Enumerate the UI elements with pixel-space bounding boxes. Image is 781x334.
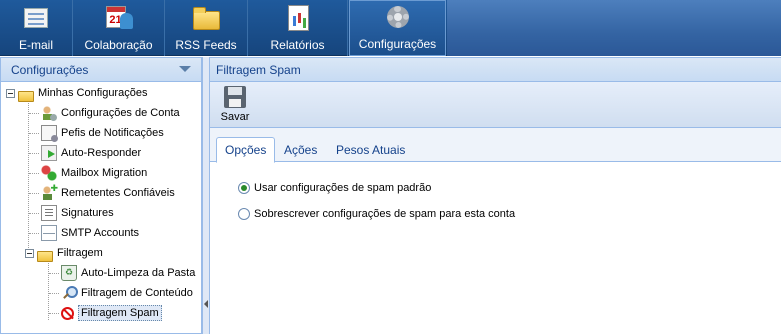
tab-acoes[interactable]: Ações bbox=[276, 137, 325, 162]
open-folder-icon bbox=[37, 250, 53, 262]
main-toolbar: Savar bbox=[210, 82, 781, 128]
tree-item-remetentes-confiaveis[interactable]: Remetentes Confiáveis bbox=[29, 183, 175, 203]
tree-root-label: Minhas Configurações bbox=[38, 87, 148, 99]
option-override-spam[interactable]: Sobrescrever configurações de spam para … bbox=[238, 208, 515, 220]
main-panel-header: Filtragem Spam bbox=[210, 58, 781, 82]
tree-root-minhas-configuracoes[interactable]: Minhas Configurações bbox=[6, 83, 147, 103]
tab-label: Ações bbox=[284, 142, 318, 157]
tab-label: Opções bbox=[225, 143, 267, 157]
sidebar-header: Configurações bbox=[1, 58, 201, 82]
main-panel: Filtragem Spam Savar Opções Ações Pesos … bbox=[210, 57, 781, 334]
tree-item-label: Signatures bbox=[61, 207, 114, 219]
tree-item-label: Pefis de Notificações bbox=[61, 127, 164, 139]
tree-item-configuracoes-de-conta[interactable]: Configurações de Conta bbox=[29, 103, 180, 123]
tree-item-smtp-accounts[interactable]: SMTP Accounts bbox=[29, 223, 139, 243]
email-button[interactable]: E-mail bbox=[0, 0, 73, 56]
tree-folder-label: Filtragem bbox=[57, 247, 103, 259]
tree-item-filtragem-de-conteudo[interactable]: Filtragem de Conteúdo bbox=[49, 283, 193, 303]
tree-item-label: Configurações de Conta bbox=[61, 107, 180, 119]
topbar-filler bbox=[447, 0, 781, 56]
magnifier-icon bbox=[61, 285, 78, 301]
trusted-sender-icon bbox=[41, 183, 58, 201]
radio-button[interactable] bbox=[238, 208, 250, 220]
options-tab-body: Usar configurações de spam padrão Sobres… bbox=[210, 163, 781, 334]
report-icon bbox=[283, 3, 313, 33]
tab-strip: Opções Ações Pesos Atuais bbox=[210, 128, 781, 163]
tree-item-label: Filtragem Spam bbox=[78, 305, 162, 321]
collapse-toggle-icon[interactable] bbox=[25, 248, 34, 258]
tree-item-label: Filtragem de Conteúdo bbox=[81, 287, 193, 299]
option-label: Usar configurações de spam padrão bbox=[254, 182, 432, 194]
tab-pesos-atuais[interactable]: Pesos Atuais bbox=[328, 137, 413, 162]
tree-item-label: Remetentes Confiáveis bbox=[61, 187, 175, 199]
auto-responder-icon bbox=[41, 145, 57, 161]
calendar-people-icon: 21 bbox=[104, 3, 134, 33]
tree-item-signatures[interactable]: Signatures bbox=[29, 203, 114, 223]
signature-icon bbox=[41, 205, 57, 221]
mail-icon bbox=[21, 3, 51, 33]
tree-item-label: Auto-Limpeza da Pasta bbox=[81, 267, 196, 279]
open-folder-icon bbox=[18, 90, 34, 102]
tree-item-perfis-de-notificacoes[interactable]: Pefis de Notificações bbox=[29, 123, 164, 143]
notification-doc-icon bbox=[41, 125, 58, 142]
settings-button-label: Configurações bbox=[358, 37, 437, 51]
option-use-default-spam[interactable]: Usar configurações de spam padrão bbox=[238, 182, 431, 194]
tree-folder-filtragem[interactable]: Filtragem bbox=[25, 243, 103, 263]
user-gear-icon bbox=[41, 105, 57, 121]
panel-splitter[interactable] bbox=[202, 57, 210, 334]
tree-item-auto-limpeza-da-pasta[interactable]: Auto-Limpeza da Pasta bbox=[49, 263, 195, 283]
tree-item-label: Mailbox Migration bbox=[61, 167, 148, 179]
save-button[interactable]: Savar bbox=[218, 86, 252, 126]
reports-button-label: Relatórios bbox=[270, 38, 325, 52]
envelope-icon bbox=[41, 225, 57, 241]
migration-icon bbox=[41, 165, 57, 181]
settings-sidebar: Configurações Minhas Configurações Confi… bbox=[0, 57, 202, 334]
tree-item-mailbox-migration[interactable]: Mailbox Migration bbox=[29, 163, 147, 183]
collapse-arrow-icon[interactable] bbox=[179, 66, 191, 72]
collaboration-button[interactable]: 21 Colaboração bbox=[73, 0, 165, 56]
settings-button[interactable]: Configurações bbox=[349, 0, 446, 56]
collaboration-button-label: Colaboração bbox=[84, 38, 153, 52]
folder-icon bbox=[191, 3, 221, 33]
rss-feeds-button-label: RSS Feeds bbox=[175, 38, 237, 52]
save-icon bbox=[224, 86, 246, 108]
ban-icon bbox=[61, 306, 74, 320]
option-label: Sobrescrever configurações de spam para … bbox=[254, 208, 516, 220]
tree-item-label: Auto-Responder bbox=[61, 147, 142, 159]
page-title: Filtragem Spam bbox=[216, 62, 301, 77]
tab-label: Pesos Atuais bbox=[336, 142, 406, 157]
tab-opcoes[interactable]: Opções bbox=[216, 137, 276, 163]
rss-feeds-button[interactable]: RSS Feeds bbox=[165, 0, 248, 56]
tree-item-auto-responder[interactable]: Auto-Responder bbox=[29, 143, 141, 163]
sidebar-title: Configurações bbox=[11, 62, 89, 77]
collapse-toggle-icon[interactable] bbox=[6, 88, 15, 98]
reports-button[interactable]: Relatórios bbox=[248, 0, 348, 56]
email-button-label: E-mail bbox=[18, 38, 53, 52]
save-button-label: Savar bbox=[220, 111, 250, 123]
tree-item-filtragem-spam[interactable]: Filtragem Spam bbox=[49, 303, 162, 323]
trash-icon bbox=[61, 265, 77, 281]
radio-button[interactable] bbox=[238, 182, 250, 194]
top-toolbar: E-mail 21 Colaboração RSS Feeds Relatóri… bbox=[0, 0, 781, 56]
tree-item-label: SMTP Accounts bbox=[61, 227, 140, 239]
gear-icon bbox=[383, 2, 413, 32]
